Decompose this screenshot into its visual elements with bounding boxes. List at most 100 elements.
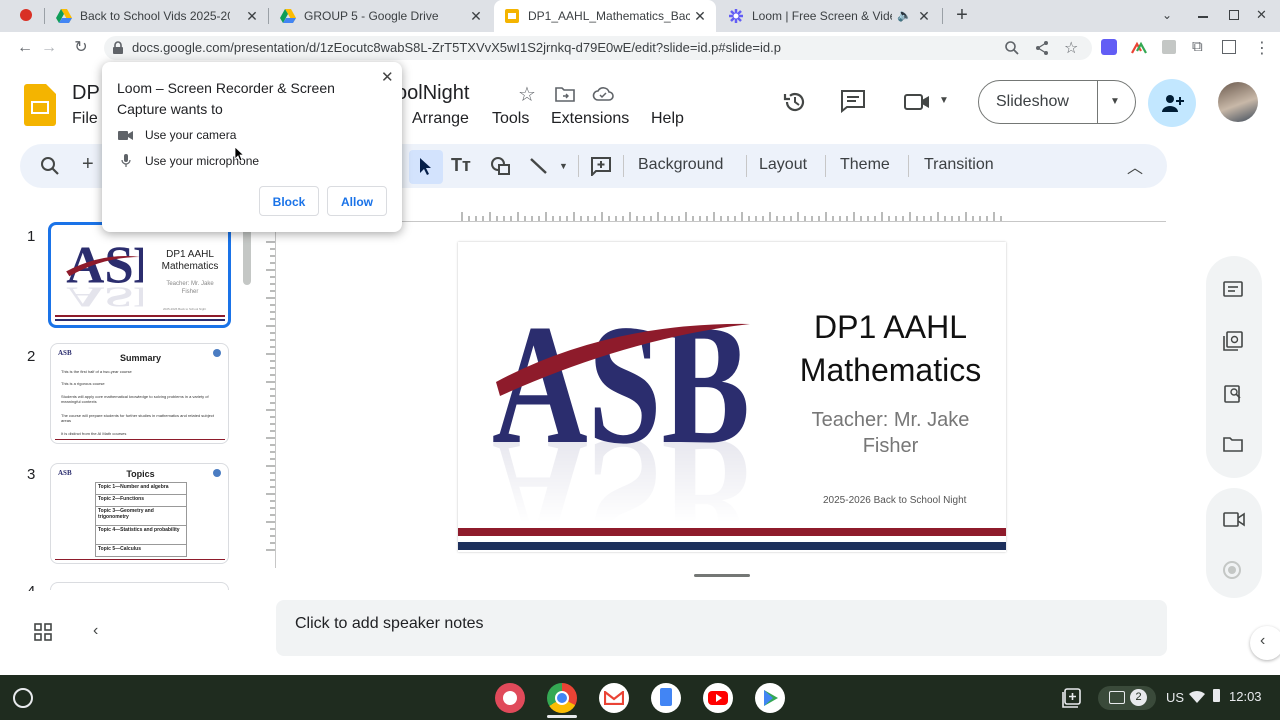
puzzle-extensions-icon[interactable]: ⧉ — [1192, 38, 1203, 55]
share-page-icon[interactable] — [1034, 40, 1050, 56]
tab-slides-active[interactable]: DP1_AAHL_Mathematics_Backto ✕ — [494, 0, 716, 32]
tab-back-to-school-vids[interactable]: Back to School Vids 2025-2026 ✕ — [46, 0, 268, 32]
new-tab-button[interactable]: + — [952, 4, 972, 26]
allow-button[interactable]: Allow — [327, 186, 387, 216]
search-menus-icon[interactable] — [40, 156, 60, 176]
slide-title[interactable]: DP1 AAHL Mathematics — [768, 306, 1013, 392]
minimize-icon[interactable] — [1198, 16, 1208, 18]
battery-icon[interactable] — [1213, 689, 1220, 702]
star-icon[interactable]: ☆ — [518, 82, 536, 107]
new-slide-icon[interactable]: + — [82, 153, 94, 176]
contacts-icon[interactable] — [1223, 383, 1243, 403]
tab-group5-drive[interactable]: GROUP 5 - Google Drive ✕ — [270, 0, 492, 32]
collapse-filmstrip-icon[interactable]: ‹ — [93, 622, 98, 640]
shape-icon[interactable] — [490, 156, 512, 176]
chrome-app-icon[interactable] — [547, 683, 577, 713]
menu-file[interactable]: File — [72, 110, 98, 128]
slide-footer[interactable]: 2025-2026 Back to School Night — [823, 495, 966, 506]
close-icon[interactable]: ✕ — [468, 8, 484, 24]
slideshow-dropdown-icon[interactable]: ▼ — [1110, 96, 1120, 107]
menu-help[interactable]: Help — [651, 110, 684, 128]
gmail-app-icon[interactable] — [599, 683, 629, 713]
slide-thumbnail-1[interactable]: ASB ASB DP1 AAHL Mathematics Teacher: Mr… — [48, 222, 231, 328]
meet-camera-icon[interactable] — [903, 92, 931, 112]
forward-icon[interactable]: → — [40, 39, 58, 57]
meet-video-icon[interactable] — [1223, 511, 1245, 529]
text-box-icon[interactable]: Tт — [451, 155, 471, 176]
wifi-icon[interactable] — [1188, 690, 1206, 704]
menu-arrange[interactable]: Arrange — [412, 110, 469, 128]
avatar[interactable] — [1218, 82, 1258, 122]
holding-space-icon[interactable] — [1062, 688, 1082, 708]
launcher-icon[interactable] — [13, 688, 33, 708]
share-button[interactable] — [1148, 79, 1196, 127]
line-icon[interactable] — [529, 157, 549, 175]
document-title[interactable]: DP — [72, 82, 100, 105]
lock-icon[interactable] — [110, 40, 126, 56]
keyboard-layout-indicator[interactable]: US — [1166, 690, 1184, 705]
add-comment-icon[interactable] — [590, 156, 612, 176]
notes-resize-handle[interactable] — [694, 574, 750, 577]
theme-button[interactable]: Theme — [840, 156, 890, 174]
close-icon[interactable]: ✕ — [692, 8, 708, 24]
chevron-down-icon[interactable]: ⌄ — [1162, 8, 1172, 22]
microphone-icon — [121, 154, 131, 167]
zoom-icon[interactable] — [1004, 40, 1020, 56]
layout-button[interactable]: Layout — [759, 156, 807, 174]
notification-count-badge[interactable]: 2 — [1130, 689, 1147, 706]
comments-icon[interactable] — [840, 89, 866, 113]
clock[interactable]: 12:03 — [1229, 689, 1262, 704]
slide-title-line2: Mathematics — [799, 352, 982, 388]
close-icon[interactable]: ✕ — [244, 8, 260, 24]
slideshow-label[interactable]: Slideshow — [996, 93, 1069, 111]
reload-icon[interactable]: ↻ — [72, 39, 90, 57]
extension-icon[interactable] — [1162, 40, 1176, 54]
side-panel-icon[interactable] — [1222, 40, 1236, 54]
close-icon[interactable]: ✕ — [381, 68, 394, 86]
line-dropdown-icon[interactable]: ▼ — [559, 161, 568, 171]
transition-button[interactable]: Transition — [924, 156, 994, 174]
slide-thumbnail-4[interactable] — [50, 582, 229, 590]
meet-dropdown-icon[interactable]: ▼ — [939, 95, 949, 106]
speaker-notes-placeholder[interactable]: Click to add speaker notes — [295, 615, 484, 633]
slide-thumbnail-2[interactable]: ASB Summary This is the first half of a … — [50, 343, 229, 444]
menu-extensions[interactable]: Extensions — [551, 110, 629, 128]
slide-canvas[interactable]: ASB ASB DP1 AAHL Mathematics Teacher: Mr… — [458, 242, 1006, 552]
back-icon[interactable]: ← — [16, 39, 34, 57]
background-button[interactable]: Background — [638, 156, 723, 174]
show-side-panel-button[interactable]: ‹ — [1250, 626, 1280, 660]
select-tool-button[interactable] — [409, 150, 443, 184]
cloud-saved-icon[interactable] — [592, 85, 614, 103]
record-icon[interactable] — [1223, 561, 1241, 579]
block-button[interactable]: Block — [259, 186, 319, 216]
bookmark-star-icon[interactable]: ☆ — [1064, 38, 1078, 58]
more-menu-icon[interactable]: ⋮ — [1254, 38, 1270, 58]
menu-tools[interactable]: Tools — [492, 110, 529, 128]
slide-subtitle[interactable]: Teacher: Mr. Jake Fisher — [778, 407, 1003, 459]
maximize-icon[interactable] — [1229, 10, 1239, 20]
play-store-app-icon[interactable] — [755, 683, 785, 713]
url-text[interactable]: docs.google.com/presentation/d/1zEocutc8… — [132, 40, 781, 55]
tab-loom[interactable]: Loom | Free Screen & Video 🔈 ✕ — [718, 0, 940, 32]
close-icon[interactable]: ✕ — [916, 8, 932, 24]
grid-view-icon[interactable] — [34, 623, 52, 641]
collapse-toolbar-icon[interactable]: ︿ — [1127, 154, 1143, 178]
close-window-icon[interactable]: ✕ — [1256, 7, 1267, 23]
canvas-app-icon[interactable] — [495, 683, 525, 713]
screen-capture-pod[interactable] — [1098, 686, 1156, 710]
document-title-tail[interactable]: oolNight — [396, 82, 469, 105]
docs-app-icon[interactable] — [651, 683, 681, 713]
loom-extension-icon[interactable] — [1101, 39, 1117, 55]
drive-folder-icon[interactable] — [1223, 436, 1243, 452]
slides-logo-icon[interactable] — [24, 84, 56, 126]
slide-thumbnail-3[interactable]: ASB Topics Topic 1—Number and algebra To… — [50, 463, 229, 564]
filmstrip-scrollbar[interactable] — [243, 225, 251, 285]
keep-notes-icon[interactable] — [1223, 281, 1243, 297]
google-drive-icon — [280, 9, 296, 23]
youtube-app-icon[interactable] — [703, 683, 733, 713]
move-folder-icon[interactable] — [555, 86, 575, 102]
tasks-icon[interactable] — [1223, 331, 1243, 351]
extension-rainbow-icon[interactable] — [1130, 40, 1148, 56]
slide-title-line1: DP1 AAHL — [814, 309, 967, 345]
version-history-icon[interactable] — [782, 89, 808, 115]
